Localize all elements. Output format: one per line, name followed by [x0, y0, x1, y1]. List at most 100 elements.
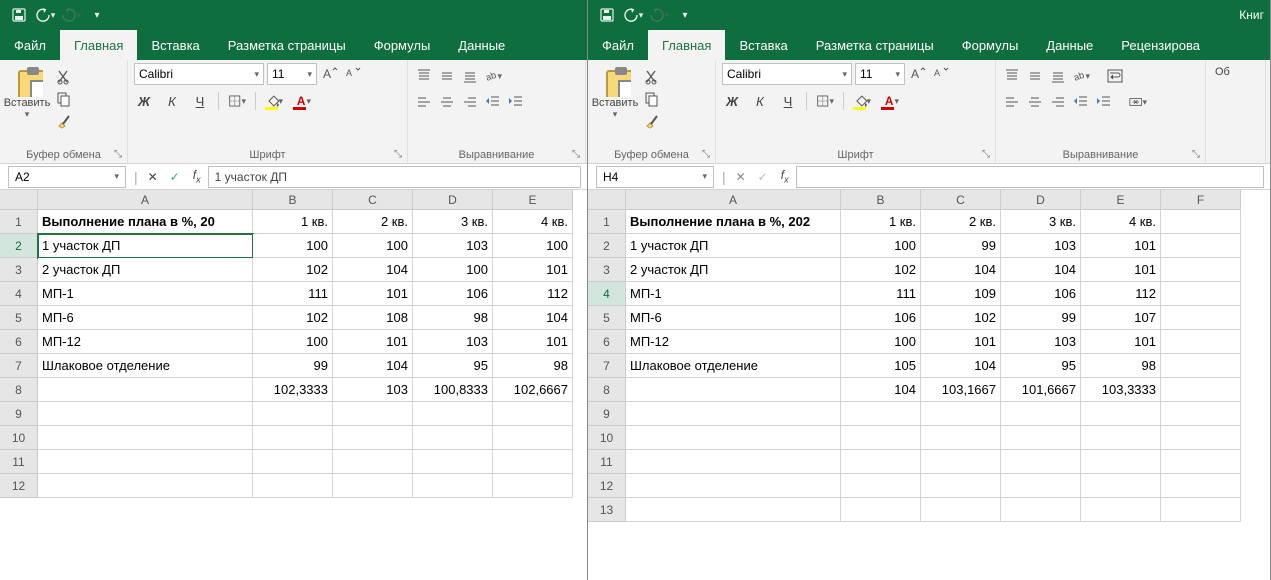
italic-button[interactable]: К [162, 91, 182, 111]
cell[interactable] [1081, 426, 1161, 450]
cell[interactable]: Выполнение плана в %, 20 [38, 210, 253, 234]
row-header[interactable]: 9 [0, 402, 38, 426]
tab-home[interactable]: Главная [60, 30, 137, 60]
font-size-select[interactable]: 11▾ [267, 63, 317, 85]
format-painter-icon[interactable] [54, 111, 74, 131]
cell[interactable]: 103,3333 [1081, 378, 1161, 402]
name-box[interactable]: A2▾ [8, 166, 126, 188]
cell[interactable]: 105 [841, 354, 921, 378]
name-box[interactable]: H4▾ [596, 166, 714, 188]
cut-icon[interactable] [54, 67, 74, 87]
cell[interactable]: 104 [921, 354, 1001, 378]
clipboard-launcher-icon[interactable]: ⤡ [700, 149, 712, 161]
increase-indent-icon[interactable] [506, 92, 526, 112]
cell[interactable] [1081, 498, 1161, 522]
cell[interactable]: 102 [841, 258, 921, 282]
insert-function-icon[interactable]: fx [186, 168, 208, 184]
cell[interactable]: 101 [1081, 258, 1161, 282]
enter-formula-icon[interactable]: ✓ [164, 170, 186, 184]
border-icon[interactable]: ▾ [227, 91, 247, 111]
tab-layout[interactable]: Разметка страницы [802, 30, 948, 60]
align-bottom-icon[interactable] [460, 66, 480, 86]
formula-input[interactable] [796, 166, 1264, 188]
row-header[interactable]: 5 [588, 306, 626, 330]
row-header[interactable]: 4 [0, 282, 38, 306]
cell[interactable]: 111 [253, 282, 333, 306]
align-top-icon[interactable] [1002, 66, 1022, 86]
select-all-corner[interactable] [588, 190, 626, 210]
cell[interactable] [626, 450, 841, 474]
row-header[interactable]: 11 [588, 450, 626, 474]
column-header[interactable]: E [1081, 190, 1161, 210]
column-header[interactable]: A [38, 190, 253, 210]
cell[interactable]: 2 кв. [921, 210, 1001, 234]
cell[interactable]: 101 [333, 282, 413, 306]
cell[interactable] [1161, 498, 1241, 522]
cell[interactable]: 101,6667 [1001, 378, 1081, 402]
paste-button[interactable]: Вставить▾ [6, 63, 48, 131]
cell[interactable] [626, 474, 841, 498]
cell[interactable] [413, 426, 493, 450]
cell[interactable]: 104 [493, 306, 573, 330]
cell[interactable] [921, 426, 1001, 450]
cell[interactable] [1081, 450, 1161, 474]
cell[interactable] [1161, 402, 1241, 426]
align-right-icon[interactable] [1048, 92, 1068, 112]
enter-formula-icon[interactable]: ✓ [752, 170, 774, 184]
cell[interactable] [333, 450, 413, 474]
row-header[interactable]: 8 [588, 378, 626, 402]
cell[interactable] [493, 450, 573, 474]
cell[interactable]: 102 [253, 306, 333, 330]
decrease-indent-icon[interactable] [1071, 92, 1091, 112]
cell[interactable] [253, 426, 333, 450]
cell[interactable] [493, 402, 573, 426]
cell[interactable] [38, 426, 253, 450]
tab-file[interactable]: Файл [0, 30, 60, 60]
format-painter-icon[interactable] [642, 111, 662, 131]
cell[interactable]: 103 [1001, 330, 1081, 354]
cell[interactable]: 112 [493, 282, 573, 306]
insert-function-icon[interactable]: fx [774, 168, 796, 184]
cell[interactable] [841, 450, 921, 474]
undo-icon[interactable]: ▾ [622, 4, 644, 26]
cell[interactable]: 104 [333, 354, 413, 378]
cell[interactable]: 104 [333, 258, 413, 282]
column-header[interactable]: B [253, 190, 333, 210]
increase-font-icon[interactable]: A [908, 64, 928, 84]
cell[interactable] [1001, 498, 1081, 522]
cell[interactable]: 100,8333 [413, 378, 493, 402]
qat-customize-icon[interactable]: ▾ [86, 4, 108, 26]
cell[interactable] [1161, 306, 1241, 330]
wrap-text-icon[interactable] [1105, 66, 1125, 86]
paste-button[interactable]: Вставить▾ [594, 63, 636, 131]
cell[interactable] [626, 498, 841, 522]
cell[interactable] [1161, 378, 1241, 402]
save-icon[interactable] [596, 4, 618, 26]
cell[interactable] [253, 450, 333, 474]
fill-color-icon[interactable]: ▾ [264, 91, 284, 111]
tab-file[interactable]: Файл [588, 30, 648, 60]
tab-formulas[interactable]: Формулы [360, 30, 445, 60]
cell[interactable]: 100 [493, 234, 573, 258]
cell[interactable]: 2 кв. [333, 210, 413, 234]
cell[interactable]: 95 [413, 354, 493, 378]
cell[interactable] [921, 402, 1001, 426]
align-center-icon[interactable] [1025, 92, 1045, 112]
cell[interactable] [1081, 474, 1161, 498]
cell[interactable]: 4 кв. [1081, 210, 1161, 234]
row-header[interactable]: 1 [588, 210, 626, 234]
cell[interactable]: 1 кв. [841, 210, 921, 234]
cell[interactable] [493, 426, 573, 450]
undo-icon[interactable]: ▾ [34, 4, 56, 26]
cell[interactable]: 102,6667 [493, 378, 573, 402]
redo-icon[interactable]: ▾ [648, 4, 670, 26]
cell[interactable]: Шлаковое отделение [38, 354, 253, 378]
row-header[interactable]: 10 [0, 426, 38, 450]
cell[interactable]: МП-1 [38, 282, 253, 306]
fill-color-icon[interactable]: ▾ [852, 91, 872, 111]
decrease-font-icon[interactable]: A [931, 64, 951, 84]
cell[interactable] [333, 426, 413, 450]
cell[interactable]: 1 кв. [253, 210, 333, 234]
row-header[interactable]: 5 [0, 306, 38, 330]
row-header[interactable]: 3 [0, 258, 38, 282]
